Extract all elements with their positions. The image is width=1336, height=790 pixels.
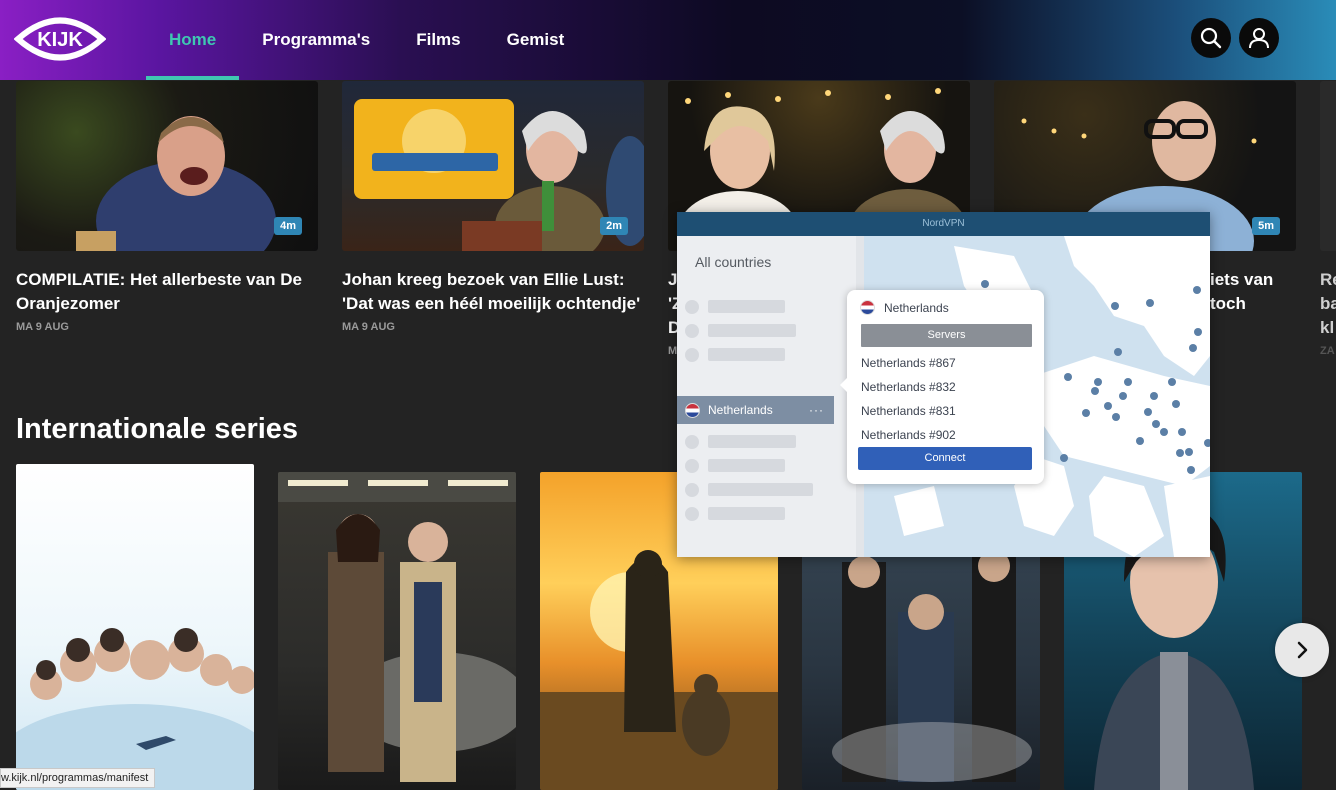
search-button[interactable] — [1191, 18, 1231, 58]
video-title[interactable]: Johan kreeg bezoek van Ellie Lust: 'Dat … — [342, 268, 644, 316]
more-options-icon[interactable]: ··· — [809, 396, 824, 424]
nav-films[interactable]: Films — [393, 0, 483, 80]
country-name: Netherlands — [708, 403, 773, 417]
video-card-partial[interactable]: Rebakl ZA — [1320, 81, 1336, 357]
chevron-right-icon — [1297, 641, 1308, 659]
popup-header: Netherlands — [860, 300, 949, 315]
user-icon — [1249, 28, 1269, 49]
thumbnail-image — [354, 99, 644, 251]
video-title[interactable]: COMPILATIE: Het allerbeste van De Oranje… — [16, 268, 318, 316]
server-item[interactable]: Netherlands #902 — [861, 428, 956, 442]
vpn-country-list: All countries Netherlands ··· — [677, 236, 864, 557]
nordvpn-window: NordVPN All countries Netherlands ··· Ne… — [677, 212, 1210, 557]
video-date: MA 9 AUG — [342, 321, 395, 333]
country-item-netherlands[interactable]: Netherlands ··· — [677, 396, 834, 424]
carousel-next-button[interactable] — [1275, 623, 1329, 677]
video-card[interactable]: 2m Johan kreeg bezoek van Ellie Lust: 'D… — [342, 81, 644, 333]
main-nav: Home Programma's Films Gemist — [146, 0, 587, 80]
duration-badge: 4m — [274, 217, 302, 235]
series-poster[interactable] — [278, 472, 516, 790]
series-poster[interactable] — [16, 464, 254, 790]
poster-image — [16, 628, 254, 790]
server-item[interactable]: Netherlands #831 — [861, 404, 956, 418]
video-thumbnail[interactable]: 2m — [342, 81, 644, 251]
video-date: ZA — [1320, 345, 1335, 357]
server-item[interactable]: Netherlands #867 — [861, 356, 956, 370]
thumbnail-image — [76, 116, 276, 251]
country-list-title: All countries — [695, 254, 772, 270]
kijk-logo[interactable]: KIJK — [14, 10, 106, 68]
servers-tab-button[interactable]: Servers — [861, 324, 1032, 347]
account-button[interactable] — [1239, 18, 1279, 58]
connect-button[interactable]: Connect — [858, 447, 1032, 470]
popup-arrow — [840, 378, 847, 392]
video-card[interactable]: 4m COMPILATIE: Het allerbeste van De Ora… — [16, 81, 318, 333]
nav-home[interactable]: Home — [146, 0, 240, 80]
video-thumbnail[interactable] — [1320, 81, 1336, 251]
browser-status-url: w.kijk.nl/programmas/manifest — [0, 768, 156, 788]
video-date: MA 9 AUG — [16, 321, 69, 333]
duration-badge: 5m — [1252, 217, 1280, 235]
kijk-page: KIJK Home Programma's Films Gemist 4m CO… — [0, 0, 1336, 790]
duration-badge: 2m — [600, 217, 628, 235]
video-thumbnail[interactable]: 4m — [16, 81, 318, 251]
nav-programmas[interactable]: Programma's — [239, 0, 393, 80]
netherlands-flag-icon — [685, 403, 700, 418]
top-nav-bar: KIJK Home Programma's Films Gemist — [0, 0, 1336, 80]
server-popup: Netherlands Servers Netherlands #867 Net… — [840, 290, 1044, 484]
vpn-title-bar[interactable]: NordVPN — [677, 212, 1210, 236]
netherlands-flag-icon — [860, 300, 875, 315]
video-title[interactable]: Rebakl — [1320, 268, 1336, 340]
poster-image — [278, 472, 516, 782]
nav-gemist[interactable]: Gemist — [484, 0, 588, 80]
server-item[interactable]: Netherlands #832 — [861, 380, 956, 394]
logo-text: KIJK — [37, 29, 83, 51]
search-icon — [1200, 27, 1222, 49]
section-title: Internationale series — [16, 413, 299, 445]
popup-country-name: Netherlands — [884, 300, 949, 315]
